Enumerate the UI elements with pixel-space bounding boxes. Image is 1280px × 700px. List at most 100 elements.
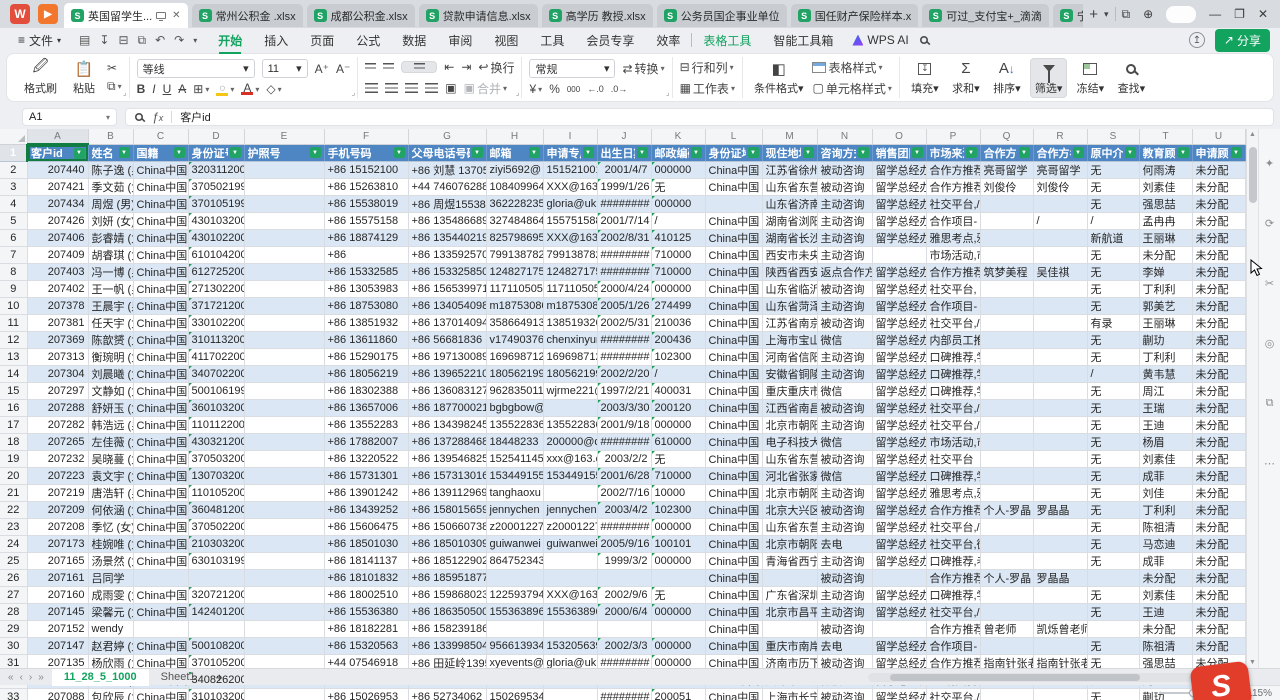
cell[interactable] (872, 621, 926, 638)
cell[interactable]: 207304 (27, 366, 88, 383)
cell[interactable]: 主动咨询 (817, 230, 872, 247)
cell[interactable] (486, 621, 543, 638)
cell[interactable]: 重庆市南岸 (762, 638, 817, 655)
cell[interactable]: 无 (651, 179, 705, 196)
cell[interactable] (980, 638, 1033, 655)
cell[interactable] (980, 247, 1033, 264)
cell[interactable]: XXX@163. (543, 179, 597, 196)
cell[interactable]: 210303200509160922 (188, 536, 244, 553)
cell[interactable]: 蒯玏 (1139, 689, 1192, 700)
cell[interactable] (486, 570, 543, 587)
cell[interactable] (1033, 451, 1087, 468)
vertical-scroll-thumb[interactable] (1249, 147, 1257, 203)
cell[interactable]: 留学总经办 (872, 553, 926, 570)
document-tab[interactable]: S高学历 教授.xlsx (542, 4, 653, 27)
header-cell[interactable]: 合作方名称▼ (1033, 144, 1087, 162)
cell[interactable]: +86 1582391866 (408, 621, 486, 638)
bold-button[interactable]: B (137, 82, 146, 96)
cell[interactable]: +86 1598680231 (408, 587, 486, 604)
header-cell[interactable]: 教育顾问▼ (1139, 144, 1192, 162)
clear-button[interactable]: ◇▾ (266, 82, 281, 96)
cell[interactable] (980, 315, 1033, 332)
cell[interactable] (244, 689, 324, 700)
cell[interactable]: 主动咨询 (817, 417, 872, 434)
cell[interactable]: 山东省东营 (762, 519, 817, 536)
cell[interactable]: +86 1395468251 (408, 451, 486, 468)
cell[interactable] (980, 536, 1033, 553)
cell[interactable]: 主动咨询 (817, 213, 872, 230)
cell[interactable]: 18448233 (486, 434, 543, 451)
cell[interactable]: 北京市朝阳 (762, 485, 817, 502)
cell[interactable]: 留学总经办 (872, 434, 926, 451)
cell[interactable]: 未分配 (1139, 621, 1192, 638)
cell[interactable]: 207232 (27, 451, 88, 468)
cell[interactable]: +86 56681836 (408, 332, 486, 349)
align-bottom-icon[interactable] (401, 61, 437, 73)
cell[interactable]: 社交平台,/ (926, 519, 980, 536)
cell[interactable]: 207161 (27, 570, 88, 587)
cell[interactable] (244, 570, 324, 587)
freeze-button[interactable]: 冻结▾ (1072, 59, 1108, 97)
cell[interactable]: z20001227 (486, 519, 543, 536)
font-grow-button[interactable]: A⁺ (315, 62, 329, 76)
cell[interactable]: 社交平台,/ (926, 417, 980, 434)
cell[interactable]: 169698712 (543, 349, 597, 366)
document-tab[interactable]: S常州公积金 .xlsx (192, 4, 303, 27)
cell[interactable]: 无 (1087, 638, 1139, 655)
cell[interactable] (543, 553, 597, 570)
group-expander-icon[interactable]: ⌟ (352, 88, 356, 97)
cell[interactable]: m1875308 (543, 298, 597, 315)
cell[interactable]: 370105199411221118 (188, 196, 244, 213)
cell[interactable]: 安徽省铜陵 (762, 366, 817, 383)
filter-dropdown-icon[interactable]: ▼ (174, 147, 185, 158)
cell[interactable]: 留学总经办 (872, 366, 926, 383)
align-center-icon[interactable] (385, 83, 398, 93)
cell[interactable]: +86 1851229020 (408, 553, 486, 570)
document-tab[interactable]: S国任财产保险样本.x (791, 4, 919, 27)
cell[interactable]: +86 1354866895 (408, 213, 486, 230)
cell[interactable]: 罗晶晶 (1033, 570, 1087, 587)
cell[interactable]: +86 1580156591 (408, 502, 486, 519)
cell[interactable]: 未分配 (1192, 281, 1245, 298)
name-box[interactable]: A1▾ (22, 108, 117, 126)
column-header[interactable]: R (1033, 129, 1087, 144)
cell[interactable]: 留学总经办 (872, 485, 926, 502)
cell[interactable]: 956613934 (486, 638, 543, 655)
cell[interactable]: 未分配 (1192, 383, 1245, 400)
filter-dropdown-icon[interactable]: ▼ (1125, 147, 1136, 158)
cell[interactable]: 合作项目- (926, 638, 980, 655)
cell[interactable]: 2000/6/4 (597, 604, 651, 621)
cell[interactable]: 200120 (651, 400, 705, 417)
cell[interactable] (1033, 587, 1087, 604)
cell[interactable]: ######## (597, 434, 651, 451)
document-tab[interactable]: S公务员国企事业单位 (657, 4, 787, 27)
row-number[interactable]: 3 (0, 179, 27, 196)
group-expander-icon[interactable]: ⌟ (666, 88, 670, 97)
cell[interactable]: China中国 (133, 315, 188, 332)
column-header[interactable]: E (244, 129, 324, 144)
cell[interactable]: 强思喆 (1139, 196, 1192, 213)
cell[interactable]: ######## (597, 247, 651, 264)
cell[interactable]: China中国 (705, 689, 762, 700)
cell[interactable]: 207421 (27, 179, 88, 196)
cell[interactable]: +86 15538019 (324, 196, 408, 213)
cell[interactable]: 未分配 (1192, 485, 1245, 502)
cell[interactable]: 33010220020531242X (188, 315, 244, 332)
cell[interactable]: jennychen (486, 502, 543, 519)
cell[interactable]: 370502199901260083 (188, 179, 244, 196)
cell[interactable]: 未分配 (1192, 519, 1245, 536)
cell[interactable]: China中国 (705, 587, 762, 604)
cell[interactable]: 207282 (27, 417, 88, 434)
cell[interactable]: 271302200004241013 (188, 281, 244, 298)
cell[interactable]: 社交平台,/ (926, 400, 980, 417)
cell[interactable] (1033, 485, 1087, 502)
filter-dropdown-icon[interactable]: ▼ (691, 147, 702, 158)
fill-button[interactable]: ↧填充▾ (907, 59, 943, 97)
header-cell[interactable]: 合作方公司▼ (980, 144, 1033, 162)
cell[interactable]: 刘俊伶 (980, 179, 1033, 196)
decrease-decimal-button[interactable]: .0→ (611, 84, 628, 94)
cell[interactable] (1033, 417, 1087, 434)
cell[interactable]: 未分配 (1192, 366, 1245, 383)
cell[interactable]: 000000 (651, 553, 705, 570)
next-sheet-icon[interactable]: › (29, 672, 32, 683)
